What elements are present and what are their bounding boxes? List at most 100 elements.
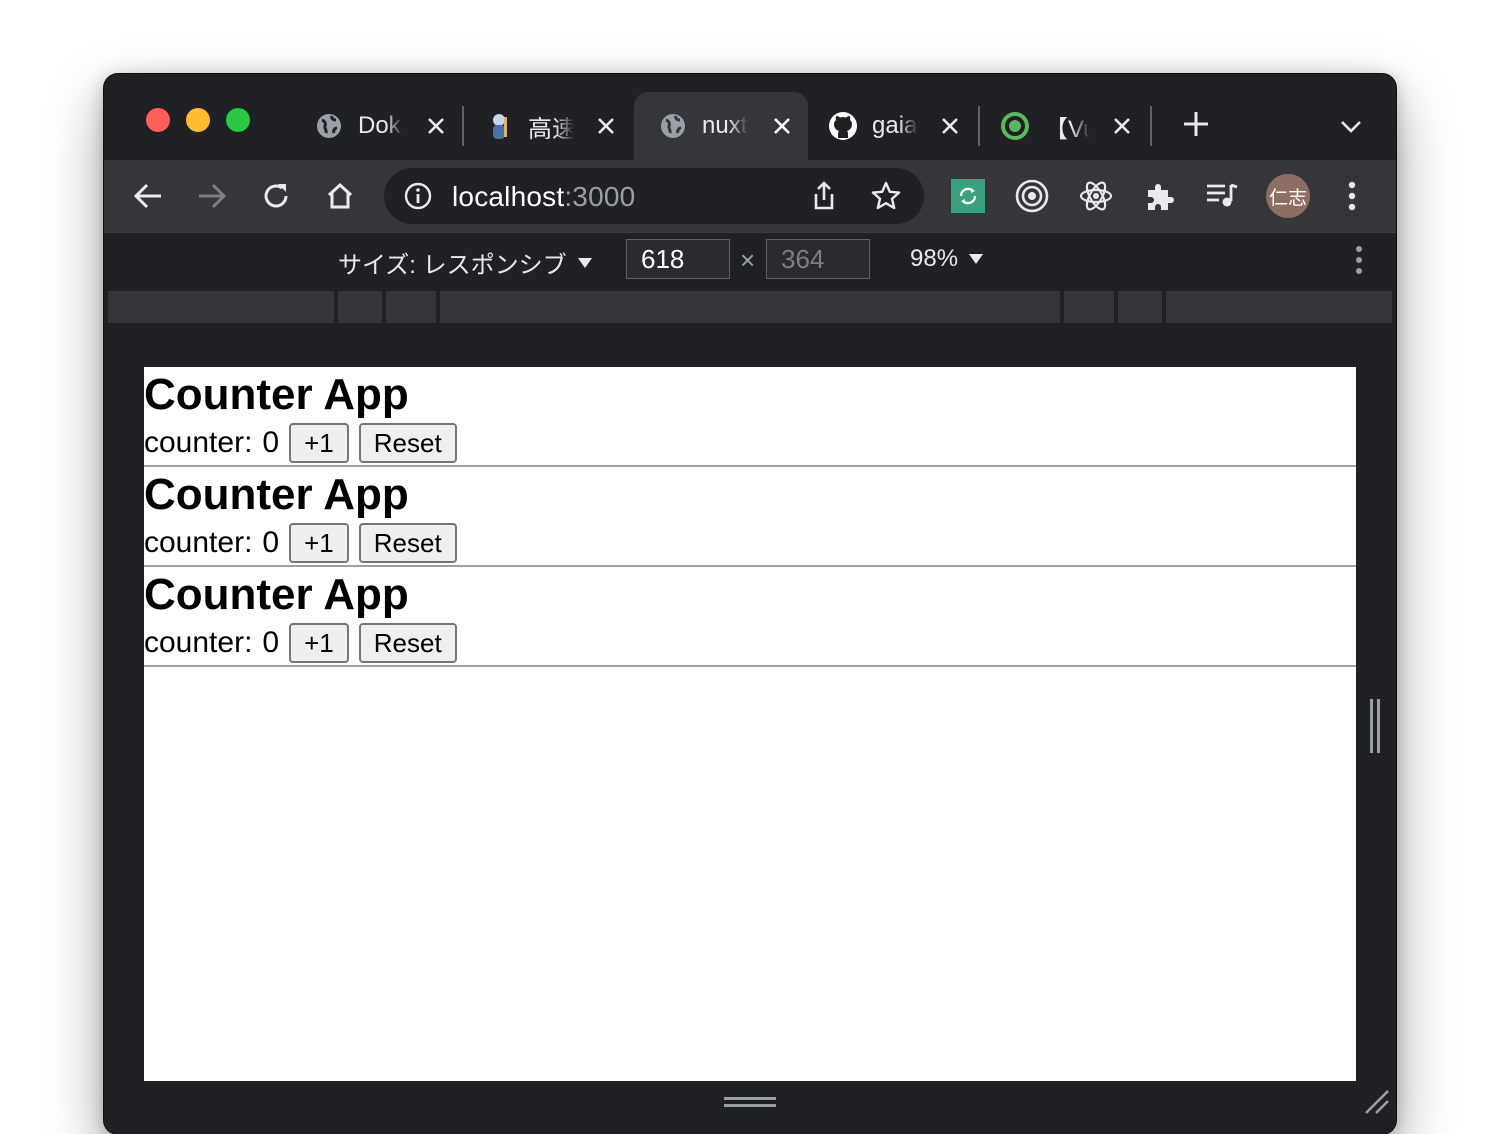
media-query-bar bbox=[104, 289, 1396, 325]
arrow-right-icon bbox=[199, 183, 227, 209]
media-query-segment[interactable] bbox=[386, 291, 436, 323]
url-text[interactable]: localhost:3000 bbox=[452, 181, 635, 213]
resize-corner-handle[interactable] bbox=[1362, 1087, 1390, 1115]
media-query-segment[interactable] bbox=[1166, 291, 1392, 323]
close-tab-icon[interactable] bbox=[938, 114, 962, 138]
page-viewport: Counter App counter: 0 +1 Reset Counter … bbox=[144, 367, 1356, 1081]
extension-sync[interactable] bbox=[950, 178, 986, 214]
browser-menu-button[interactable] bbox=[1334, 178, 1370, 214]
dimension-times: × bbox=[740, 245, 756, 275]
tab-separator bbox=[1150, 106, 1152, 146]
github-icon bbox=[828, 111, 858, 141]
zoom-dropdown[interactable]: 98% bbox=[910, 245, 984, 273]
device-size-dropdown[interactable]: サイズ: レスポンシブ bbox=[338, 245, 593, 280]
url-host: localhost bbox=[452, 181, 565, 212]
tab-title: nuxt bbox=[702, 112, 748, 139]
triangle-down-icon bbox=[969, 254, 984, 264]
counter-value: 0 bbox=[262, 426, 280, 459]
device-size-label: サイズ: レスポンシブ bbox=[338, 252, 567, 279]
reload-icon bbox=[264, 184, 288, 208]
reset-button[interactable]: Reset bbox=[358, 523, 457, 563]
counter-app: Counter App counter: 0 +1 Reset bbox=[144, 567, 1356, 667]
resize-bottom-handle[interactable] bbox=[724, 1095, 776, 1109]
tab-nuxt[interactable]: nuxt bbox=[634, 92, 808, 160]
media-query-segment[interactable] bbox=[1118, 291, 1162, 323]
media-query-segment[interactable] bbox=[1064, 291, 1114, 323]
reset-button[interactable]: Reset bbox=[358, 623, 457, 663]
extension-react[interactable] bbox=[1078, 178, 1114, 214]
counter-label: counter: bbox=[144, 626, 253, 659]
increment-button[interactable]: +1 bbox=[289, 623, 349, 663]
profile-avatar[interactable]: 仁志 bbox=[1266, 174, 1310, 218]
zoom-window-button[interactable] bbox=[226, 108, 250, 132]
media-control-button[interactable] bbox=[1204, 178, 1240, 214]
globe-icon bbox=[314, 111, 344, 141]
url-port: :3000 bbox=[564, 181, 636, 212]
browser-toolbar: localhost:3000 仁志 bbox=[104, 160, 1396, 232]
counter-label: counter: bbox=[144, 526, 253, 559]
tab-title: 高速 bbox=[528, 115, 574, 143]
extensions-button[interactable] bbox=[1142, 178, 1178, 214]
counter-app: Counter App counter: 0 +1 Reset bbox=[144, 467, 1356, 567]
close-tab-icon[interactable] bbox=[424, 114, 448, 138]
bookmark-star-icon[interactable] bbox=[870, 180, 902, 212]
share-icon[interactable] bbox=[808, 180, 840, 212]
tab-strip: Dok 高速 nuxt gaia 【Vu bbox=[104, 74, 1396, 160]
tab-search-button[interactable] bbox=[1336, 112, 1366, 142]
tab-title: Dok bbox=[358, 112, 401, 139]
media-query-segment[interactable] bbox=[338, 291, 382, 323]
plus-icon bbox=[1184, 112, 1208, 136]
minimize-window-button[interactable] bbox=[186, 108, 210, 132]
browser-window: Dok 高速 nuxt gaia 【Vu localhost:3000 仁志 サ… bbox=[104, 74, 1396, 1134]
globe-icon bbox=[658, 111, 688, 141]
device-more-options-icon[interactable] bbox=[1344, 245, 1374, 275]
counter-label: counter: bbox=[144, 426, 253, 459]
media-query-segment[interactable] bbox=[108, 291, 334, 323]
green-ring-icon bbox=[1000, 111, 1030, 141]
triangle-down-icon bbox=[577, 257, 592, 268]
tab-title: gaia bbox=[872, 112, 918, 139]
home-icon bbox=[327, 182, 353, 209]
sync-extension-icon bbox=[951, 179, 985, 213]
tab-dok[interactable]: Dok bbox=[302, 92, 462, 160]
tab-gaia[interactable]: gaia bbox=[816, 92, 976, 160]
playlist-music-icon bbox=[1207, 183, 1238, 207]
counter-row: counter: 0 +1 Reset bbox=[144, 623, 1356, 663]
increment-button[interactable]: +1 bbox=[289, 523, 349, 563]
width-input[interactable]: 618 bbox=[626, 239, 730, 279]
chevron-down-icon bbox=[1341, 121, 1361, 133]
reset-button[interactable]: Reset bbox=[358, 423, 457, 463]
close-window-button[interactable] bbox=[146, 108, 170, 132]
forward-button[interactable] bbox=[194, 178, 230, 214]
counter-value: 0 bbox=[262, 626, 280, 659]
media-query-segment[interactable] bbox=[440, 291, 1060, 323]
device-frame: Counter App counter: 0 +1 Reset Counter … bbox=[104, 325, 1396, 1134]
tab-kousoku[interactable]: 高速 bbox=[472, 92, 632, 160]
tab-title: 【Vu bbox=[1044, 115, 1090, 143]
zoom-value: 98% bbox=[910, 245, 959, 272]
counter-row: counter: 0 +1 Reset bbox=[144, 423, 1356, 463]
counter-app: Counter App counter: 0 +1 Reset bbox=[144, 367, 1356, 467]
tab-vue[interactable]: 【Vu bbox=[988, 92, 1148, 160]
counter-value: 0 bbox=[262, 526, 280, 559]
back-button[interactable] bbox=[130, 178, 166, 214]
info-icon[interactable] bbox=[404, 182, 432, 210]
close-tab-icon[interactable] bbox=[594, 114, 618, 138]
close-tab-icon[interactable] bbox=[770, 114, 794, 138]
resize-right-handle[interactable] bbox=[1368, 699, 1382, 753]
reload-button[interactable] bbox=[258, 178, 294, 214]
address-bar[interactable]: localhost:3000 bbox=[384, 168, 924, 224]
height-input[interactable]: 364 bbox=[766, 239, 870, 279]
close-tab-icon[interactable] bbox=[1110, 114, 1134, 138]
extension-target[interactable] bbox=[1014, 178, 1050, 214]
device-toolbar: サイズ: レスポンシブ 618 × 364 98% bbox=[104, 232, 1396, 290]
puzzle-icon bbox=[1148, 184, 1174, 210]
counter-title: Counter App bbox=[144, 570, 409, 619]
increment-button[interactable]: +1 bbox=[289, 423, 349, 463]
kebab-menu-icon bbox=[1348, 181, 1356, 211]
new-tab-button[interactable] bbox=[1178, 106, 1214, 142]
home-button[interactable] bbox=[322, 178, 358, 214]
counter-title: Counter App bbox=[144, 370, 409, 419]
tab-separator bbox=[462, 106, 464, 146]
react-atom-icon bbox=[1079, 181, 1113, 211]
